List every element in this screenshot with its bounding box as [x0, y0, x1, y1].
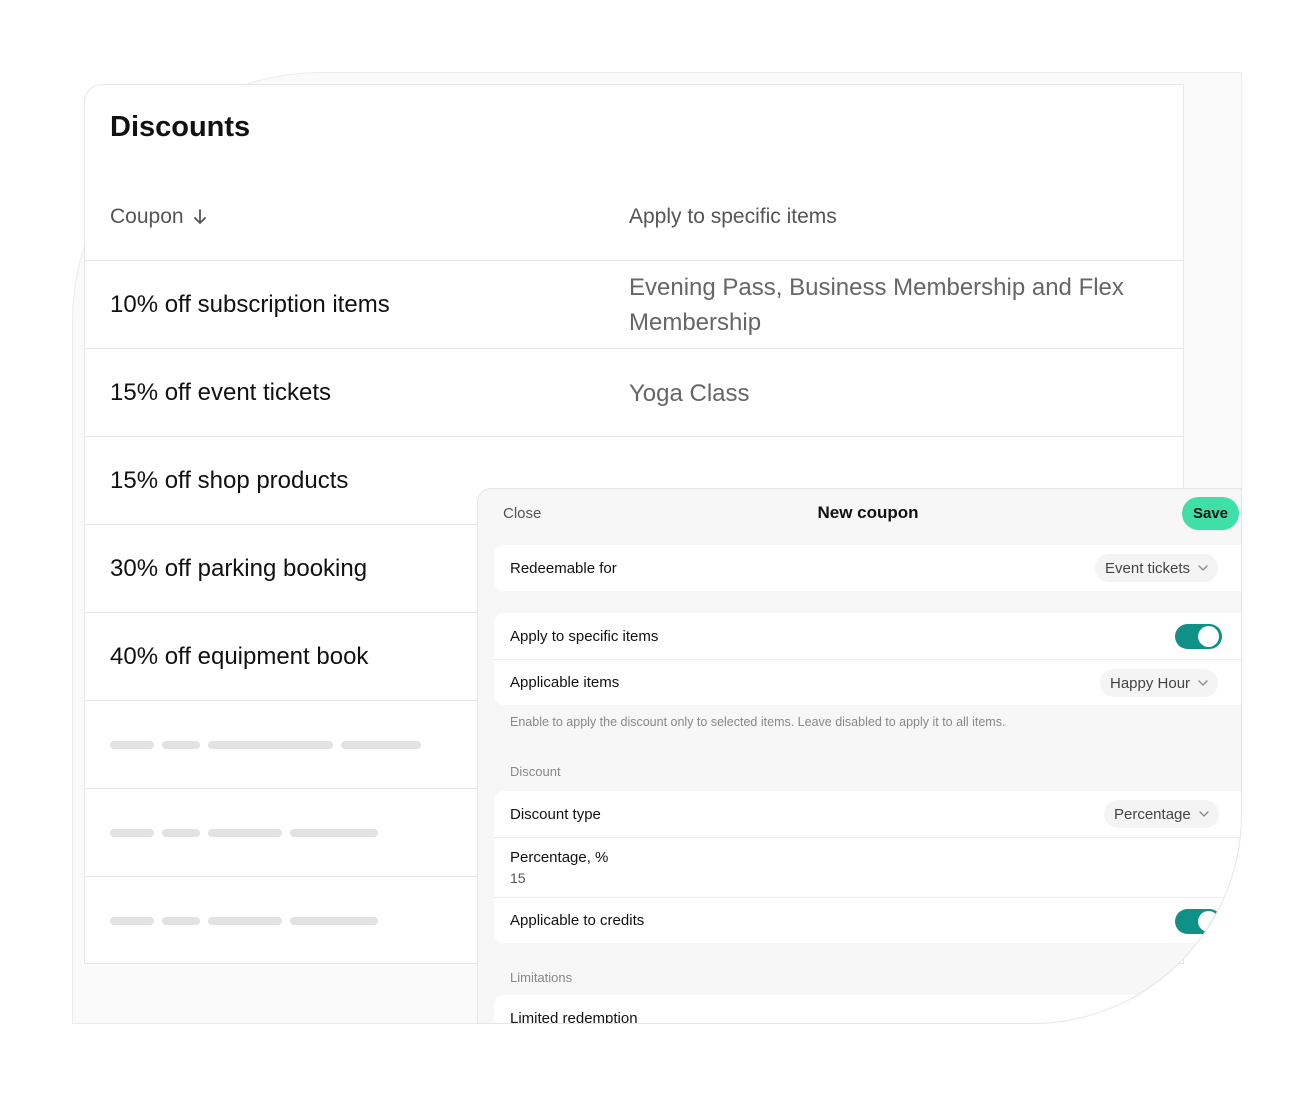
column-header-label: Coupon [110, 205, 184, 228]
coupon-name: 10% off subscription items [110, 291, 390, 318]
percentage-row[interactable]: Percentage, % 15 [494, 837, 1241, 897]
chevron-down-icon [1198, 680, 1208, 686]
coupon-name: 15% off shop products [110, 467, 349, 494]
arrow-down-icon [192, 208, 208, 226]
field-label: Redeemable for [510, 559, 617, 577]
limited-redemption-row[interactable]: Limited redemption [494, 995, 1241, 1024]
save-button[interactable]: Save [1182, 497, 1239, 530]
chevron-down-icon [1199, 811, 1209, 817]
field-label: Discount type [510, 805, 601, 823]
coupon-name: 30% off parking booking [110, 555, 368, 582]
select-value: Percentage [1114, 805, 1191, 823]
chevron-down-icon [1198, 565, 1208, 571]
apply-specific-toggle[interactable] [1175, 624, 1222, 649]
field-label: Limited redemption [510, 1010, 638, 1024]
coupon-name: 40% off equipment book [110, 643, 369, 670]
column-header-coupon[interactable]: Coupon [110, 205, 208, 229]
coupon-items: Evening Pass, Business Membership and Fl… [629, 274, 1124, 336]
field-label: Percentage, % [510, 849, 609, 866]
section-label-discount: Discount [510, 764, 561, 779]
panel-title: New coupon [817, 503, 919, 522]
loading-placeholder [110, 741, 421, 749]
table-row[interactable]: 15% off event tickets Yoga Class [85, 348, 1183, 436]
section-label-limitations: Limitations [510, 970, 573, 985]
discount-type-row: Discount type Percentage [494, 791, 1241, 837]
specific-items-group: Apply to specific items Applicable items… [494, 613, 1241, 705]
column-header-items: Apply to specific items [629, 205, 837, 228]
credits-toggle[interactable] [1175, 909, 1222, 934]
select-value: Happy Hour [1110, 674, 1191, 692]
select-value: Event tickets [1105, 559, 1191, 577]
applicable-items-row: Applicable items Happy Hour [494, 659, 1241, 705]
field-label: Applicable items [510, 674, 620, 691]
field-label: Apply to specific items [510, 627, 659, 645]
page-title: Discounts [110, 111, 251, 143]
table-row[interactable]: 10% off subscription items Evening Pass,… [85, 260, 1183, 348]
limitations-group: Limited redemption [494, 995, 1241, 1024]
applicable-items-select[interactable]: Happy Hour [1100, 669, 1219, 697]
loading-placeholder [110, 829, 378, 837]
discount-group: Discount type Percentage Percentage, % 1… [494, 791, 1241, 943]
redeemable-group: Redeemable for Event tickets [494, 545, 1241, 591]
specific-items-hint: Enable to apply the discount only to sel… [510, 715, 1006, 729]
new-coupon-panel: Close New coupon Save Redeemable for Eve… [477, 488, 1242, 1024]
credits-row: Applicable to credits [494, 897, 1241, 943]
apply-specific-row: Apply to specific items [494, 613, 1241, 659]
coupon-items: Yoga Class [629, 379, 750, 407]
percentage-input[interactable]: 15 [510, 870, 526, 886]
coupon-name: 15% off event tickets [110, 379, 332, 406]
redeemable-for-row: Redeemable for Event tickets [494, 545, 1241, 591]
loading-placeholder [110, 917, 378, 925]
field-label: Applicable to credits [510, 912, 645, 929]
redeemable-for-select[interactable]: Event tickets [1095, 554, 1219, 582]
discount-type-select[interactable]: Percentage [1104, 800, 1219, 828]
